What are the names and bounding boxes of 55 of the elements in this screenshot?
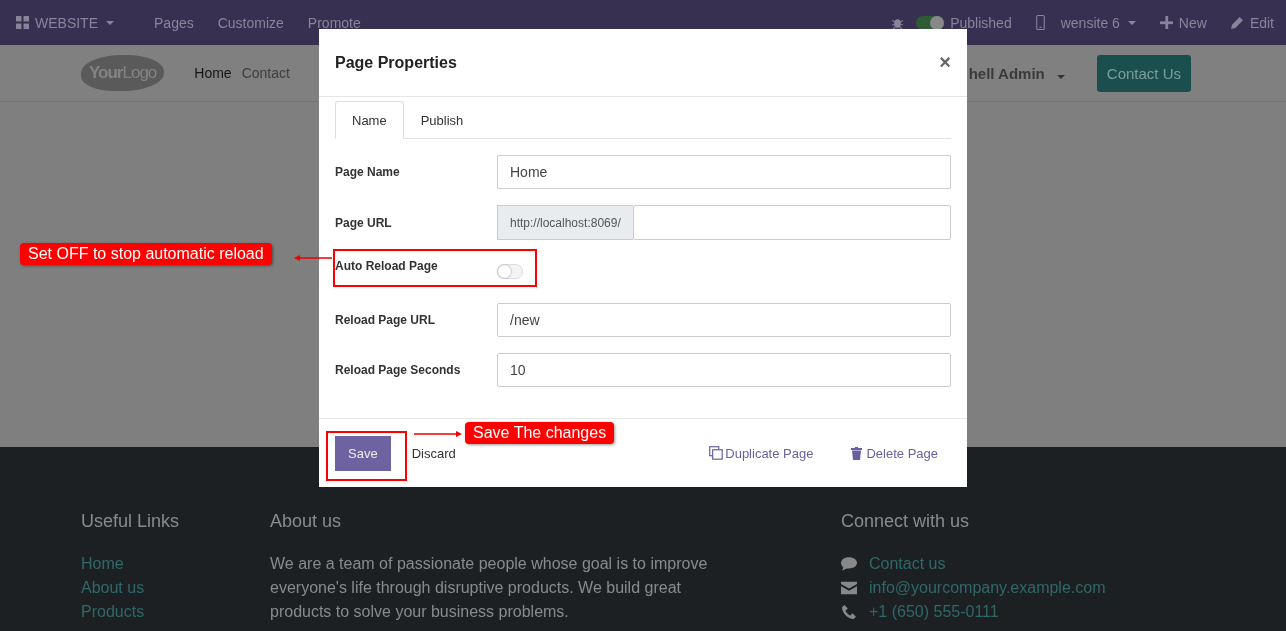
new-button[interactable]: New [1159, 14, 1207, 31]
menu-item[interactable]: Promote [307, 14, 361, 31]
field-label: Page Name [335, 165, 400, 179]
user-menu[interactable]: hell Admin [968, 64, 1065, 82]
menu-item[interactable]: Pages [154, 14, 194, 31]
trash-icon [851, 446, 863, 460]
app-menu[interactable]: WEBSITE [16, 14, 114, 31]
annotation-callout: Save The changes [465, 422, 615, 444]
footer-link[interactable]: Home [81, 552, 270, 576]
tab[interactable]: Name [335, 101, 404, 139]
menu-item[interactable]: Customize [217, 14, 284, 31]
edit-button[interactable]: Edit [1230, 14, 1274, 31]
annotation-arrow [414, 430, 462, 438]
pencil-icon [1230, 16, 1244, 29]
url-prefix: http://localhost:8069/ [497, 205, 633, 240]
footer-link[interactable]: Products [81, 600, 270, 624]
tab[interactable]: Publish [403, 101, 481, 139]
field-label: Auto Reload Page [335, 259, 438, 273]
input-field[interactable]: 10 [497, 353, 951, 387]
contact-link[interactable]: Contact us [869, 552, 946, 576]
discard-button[interactable]: Discard [411, 445, 456, 461]
dialog-title: Page Properties [335, 53, 458, 72]
save-button[interactable]: Save [335, 435, 391, 471]
input-field[interactable]: Home [497, 155, 951, 189]
phone-icon [841, 605, 857, 619]
phone-number-link[interactable]: +1 (650) 555-0111 [869, 600, 999, 624]
website-dropdown[interactable]: wensite 6 [1060, 14, 1136, 31]
close-button[interactable]: × [939, 51, 951, 74]
input-field[interactable]: /new [497, 303, 951, 337]
email-link[interactable]: info@yourcompany.example.com [869, 576, 1106, 600]
mobile-phone-icon[interactable] [1035, 15, 1045, 30]
plus-icon [1159, 16, 1173, 29]
field-label: Reload Page URL [335, 313, 436, 327]
toggle-switch[interactable] [497, 264, 523, 279]
about-text: We are a team of passionate people whose goal is to improve everyone's life through disruptive products. We build great products to solve your business problems. [270, 554, 709, 622]
annotation-callout: Set OFF to stop automatic reload [20, 243, 272, 265]
field-label: Reload Page Seconds [335, 363, 461, 377]
footer-heading: Useful Links [81, 511, 181, 532]
grid-icon [16, 16, 29, 29]
copy-icon [709, 446, 724, 460]
input-field[interactable] [632, 205, 951, 240]
speech-bubble-icon [841, 557, 857, 571]
footer-link[interactable]: About us [81, 576, 270, 600]
nav-link[interactable]: Home [194, 65, 232, 81]
delete-page-link[interactable]: Delete Page [851, 445, 938, 461]
field-label: Page URL [335, 215, 392, 230]
annotation-arrow [294, 254, 332, 262]
envelope-icon [841, 581, 857, 595]
footer-heading: Connect with us [841, 511, 971, 532]
bug-icon[interactable] [891, 16, 905, 29]
contact-us-button[interactable]: Contact Us [1096, 54, 1191, 92]
nav-link[interactable]: Contact [241, 65, 290, 81]
published-toggle[interactable]: Published [916, 14, 1012, 31]
footer-heading: About us [270, 511, 343, 532]
duplicate-page-link[interactable]: Duplicate Page [709, 445, 814, 461]
